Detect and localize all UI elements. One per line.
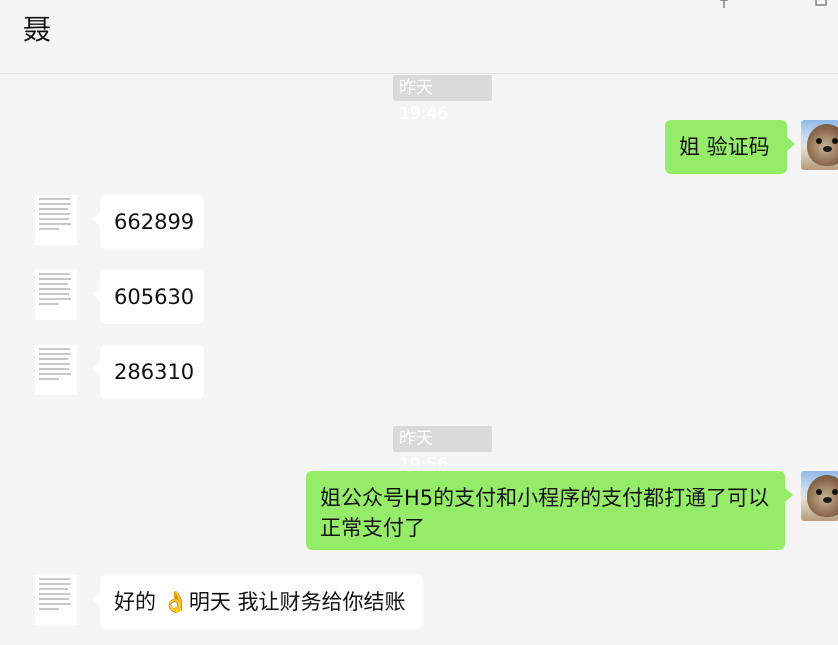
contact-avatar[interactable] <box>35 270 77 320</box>
sent-message-bubble[interactable]: 姐 验证码 <box>665 120 795 174</box>
chat-header: 聂 <box>0 0 838 74</box>
chat-title: 聂 <box>23 13 52 46</box>
contact-avatar[interactable] <box>35 345 77 395</box>
my-avatar[interactable] <box>801 120 838 170</box>
otter-face-icon <box>807 124 838 166</box>
contact-avatar[interactable] <box>35 575 77 625</box>
received-message-bubble[interactable]: 662899 <box>92 195 204 249</box>
sent-message-bubble[interactable]: 姐公众号H5的支付和小程序的支付都打通了可以正常支付了 <box>306 471 793 550</box>
chat-window: 聂 昨天 19:46 姐 验证码 662899 605630 286310 昨天… <box>0 0 838 645</box>
received-message-bubble[interactable]: 好的 👌明天 我让财务给你结账 <box>92 575 423 629</box>
message-timestamp: 昨天 19:56 <box>393 426 492 475</box>
message-timestamp: 昨天 19:46 <box>393 75 492 124</box>
received-message-bubble[interactable]: 286310 <box>92 345 204 399</box>
contact-avatar[interactable] <box>35 195 77 245</box>
pin-icon[interactable] <box>717 0 733 8</box>
my-avatar[interactable] <box>801 471 838 521</box>
received-message-bubble[interactable]: 605630 <box>92 270 204 324</box>
maximize-icon[interactable] <box>814 0 830 8</box>
otter-face-icon <box>807 475 838 517</box>
minimize-icon[interactable] <box>766 0 782 8</box>
